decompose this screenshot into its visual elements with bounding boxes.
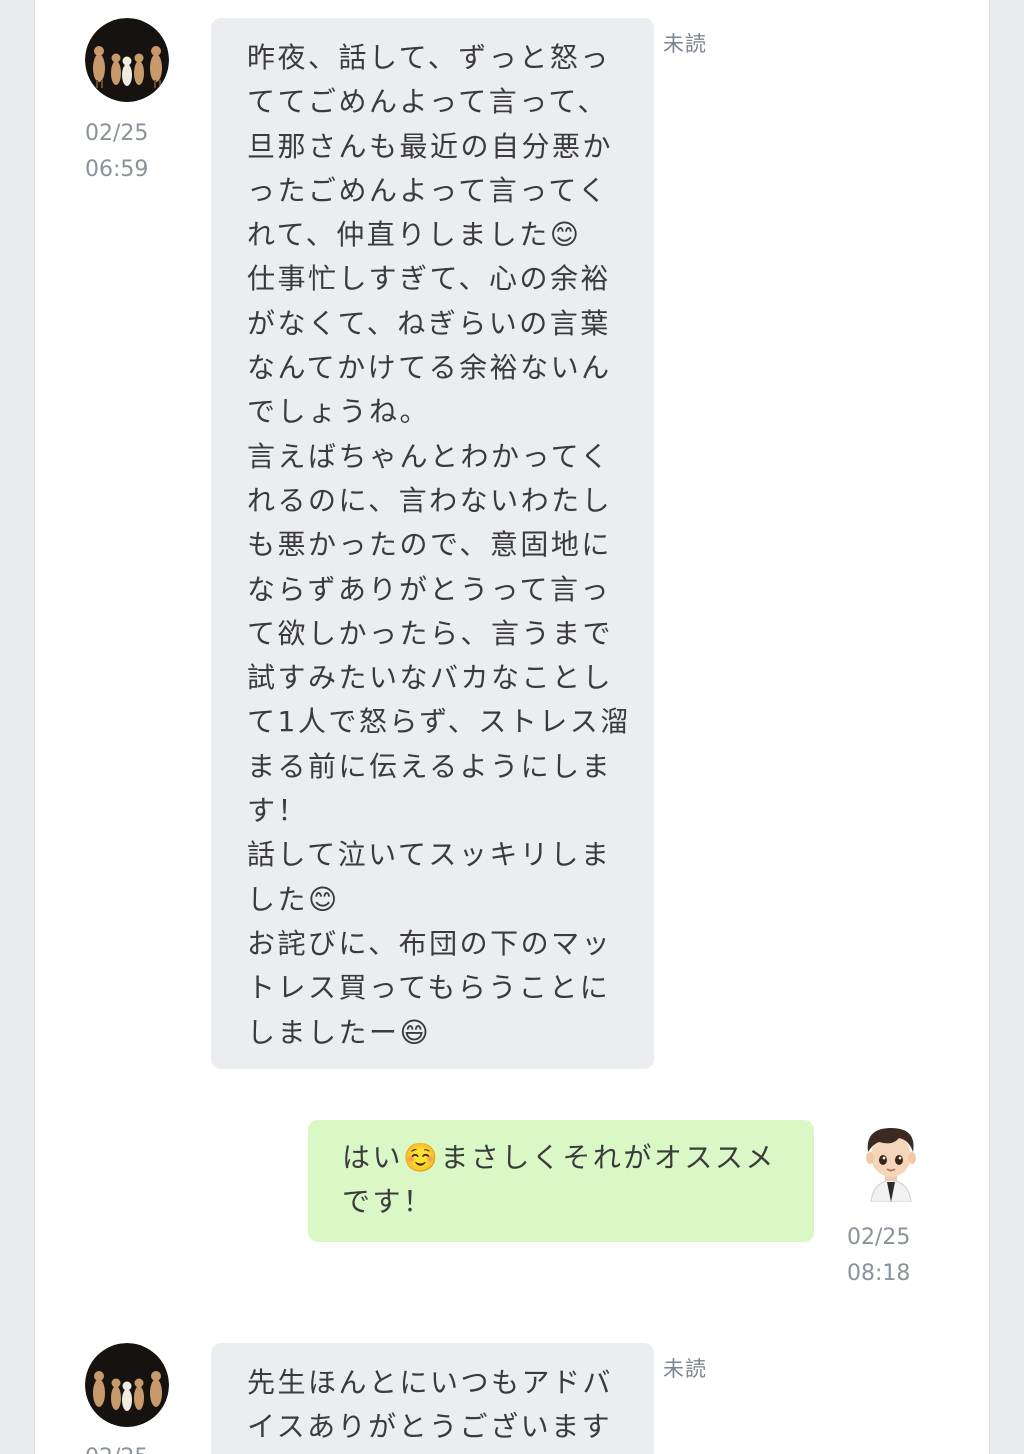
doctor-avatar-icon <box>849 1118 933 1202</box>
message-line: はい☺️まさしくそれがオススメ <box>342 1141 776 1174</box>
message-time: 08:18 <box>847 1261 911 1286</box>
sender-avatar[interactable] <box>85 18 169 102</box>
message-line: トレス買ってもらうことに <box>247 971 611 1005</box>
message-line: がなくて、ねぎらいの言葉 <box>247 306 611 340</box>
message-line: イスありがとうございます <box>247 1410 613 1444</box>
message-line: れるのに、言わないわたし <box>247 483 613 517</box>
animals-avatar-icon <box>85 18 169 102</box>
incoming-message-bubble[interactable]: 昨夜、話して、ずっと怒っ ててごめんよって言って、 旦那さんも最近の自分悪か っ… <box>211 18 654 1069</box>
sender-avatar[interactable] <box>85 1343 169 1427</box>
outgoing-message-bubble[interactable]: はい☺️まさしくそれがオススメ です！ <box>308 1120 814 1242</box>
chat-panel: 02/25 06:59 昨夜、話して、ずっと怒っ ててごめんよって言って、 旦那… <box>34 0 990 1454</box>
message-line: れて、仲直りしました😊 <box>247 218 582 252</box>
message-time: 06:59 <box>85 157 149 182</box>
my-avatar[interactable] <box>849 1118 933 1202</box>
message-line: て1人で怒らず、ストレス溜 <box>247 705 631 739</box>
message-timestamp: 02/25 06:59 <box>85 116 148 188</box>
message-line: 旦那さんも最近の自分悪か <box>247 129 614 163</box>
unread-status: 未読 <box>663 32 707 56</box>
message-line: お詫びに、布団の下のマッ <box>247 926 613 960</box>
message-date: 02/25 <box>85 1440 148 1454</box>
message-line: 言えばちゃんとわかってく <box>247 439 611 473</box>
incoming-message-bubble[interactable]: 先生ほんとにいつもアドバ イスありがとうございます <box>211 1343 654 1454</box>
message-line: ったごめんよって言ってく <box>247 173 609 207</box>
message-line: す！ <box>247 794 309 828</box>
message-line: なんてかけてる余裕ないん <box>247 351 612 385</box>
message-line: 話して泣いてスッキリしま <box>247 838 612 872</box>
message-line: でしょうね。 <box>247 395 431 429</box>
message-line: 仕事忙しすぎて、心の余裕 <box>247 262 612 296</box>
message-timestamp: 02/25 <box>85 1440 148 1454</box>
message-line: ならずありがとうって言っ <box>247 572 612 606</box>
message-line: も悪かったので、意固地に <box>247 528 612 562</box>
message-line: しましたー😄 <box>247 1015 432 1049</box>
message-line: 先生ほんとにいつもアドバ <box>247 1366 614 1399</box>
message-date: 02/25 <box>847 1225 911 1250</box>
message-line: 試すみたいなバカなことし <box>247 661 614 695</box>
animals-avatar-icon <box>85 1343 169 1427</box>
message-line: した😊 <box>247 882 340 916</box>
message-line: まる前に伝えるようにしま <box>247 749 613 783</box>
message-date: 02/25 <box>85 121 149 146</box>
unread-status: 未読 <box>663 1357 707 1381</box>
message-line: て欲しかったら、言うまで <box>247 616 614 650</box>
message-line: ててごめんよって言って、 <box>247 85 608 119</box>
message-line: です！ <box>342 1185 434 1219</box>
message-line: 昨夜、話して、ずっと怒っ <box>247 41 611 74</box>
message-timestamp: 02/25 08:18 <box>847 1220 910 1292</box>
